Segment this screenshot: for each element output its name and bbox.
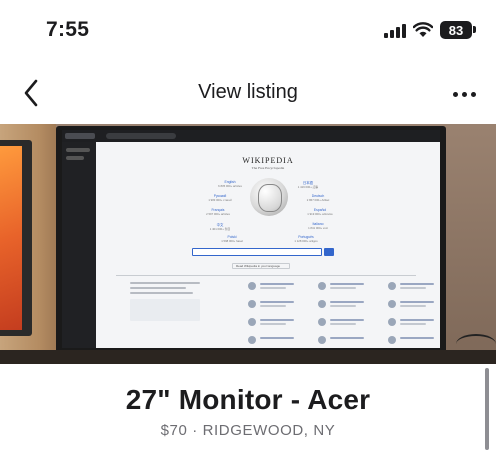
- nav-bar: View listing: [0, 66, 496, 120]
- more-horizontal-icon: [452, 91, 458, 97]
- wiki-project-desc: [330, 323, 356, 325]
- language-count: 1 841 000+ voci: [308, 226, 328, 230]
- wiki-project-name: [330, 283, 364, 285]
- wiki-wordmark: WIKIPEDIA: [242, 156, 294, 165]
- wiki-tagline: The Free Encyclopedia: [251, 166, 285, 170]
- wiki-project-name: [400, 337, 434, 339]
- listing-title: 27" Monitor - Acer: [125, 384, 371, 415]
- browser-tab: [65, 133, 95, 139]
- wiki-project-name: [330, 319, 364, 321]
- blurb-line: [130, 292, 193, 294]
- language-count: 1 919 000+ artículos: [307, 212, 333, 216]
- blurb-line: [130, 282, 200, 284]
- wikipedia-page: WIKIPEDIA The Free Encyclopedia English 6…: [96, 142, 440, 348]
- wiki-project-desc: [400, 287, 426, 289]
- wiki-language-link: Français 2 597 000+ articles: [200, 208, 236, 216]
- photo-desk: [0, 350, 496, 364]
- language-count: 1 416 000+ 記事: [297, 185, 319, 189]
- scroll-indicator[interactable]: [485, 368, 489, 450]
- wiki-project-icon: [318, 318, 326, 326]
- wiki-project-name: [260, 337, 294, 339]
- page-title: View listing: [198, 81, 298, 103]
- status-bar: 7:55 83: [0, 0, 496, 58]
- wiki-project-name: [330, 301, 364, 303]
- listing-price-location: $70 · RIDGEWOOD, NY: [160, 422, 336, 439]
- wiki-language-link: Polski 1 598 000+ haseł: [214, 235, 250, 243]
- wiki-project-name: [400, 283, 434, 285]
- photo-monitor: WIKIPEDIA The Free Encyclopedia English 6…: [56, 126, 446, 358]
- signal-icon: [384, 24, 406, 38]
- wiki-search-input: [192, 248, 322, 256]
- wiki-project-name: [400, 319, 434, 321]
- wiki-language-link: Español 1 919 000+ artículos: [302, 208, 338, 216]
- wiki-read-language-button: Read Wikipedia in your language: [232, 263, 290, 269]
- language-count: 1 401 000+ 条目: [209, 227, 231, 231]
- wiki-language-link: 中文 1 401 000+ 条目: [202, 222, 238, 231]
- wiki-project-icon: [248, 336, 256, 344]
- wiki-divider: [116, 275, 416, 276]
- monitor-screen: WIKIPEDIA The Free Encyclopedia English 6…: [62, 130, 440, 348]
- language-count: 2 867 000+ Artikel: [306, 198, 330, 202]
- wiki-project-desc: [260, 287, 286, 289]
- wiki-project-name: [260, 301, 294, 303]
- battery-icon: 83: [440, 21, 472, 39]
- wiki-project-icon: [388, 336, 396, 344]
- battery-tip: [473, 26, 476, 33]
- wiki-project-desc: [330, 287, 356, 289]
- wiki-language-link: Русский 1 983 000+ статей: [202, 194, 238, 202]
- language-count: 6 835 000+ articles: [218, 184, 242, 188]
- more-dot: [470, 91, 476, 97]
- browser-url-bar: [106, 133, 176, 139]
- language-count: 1 983 000+ статей: [208, 198, 232, 202]
- wiki-project-icon: [388, 300, 396, 308]
- wiki-project-icon: [248, 318, 256, 326]
- wiki-language-link: Português 1 128 000+ artigos: [288, 235, 324, 243]
- wiki-project-desc: [260, 305, 286, 307]
- photo-side-display-screen: [0, 146, 22, 330]
- wiki-project-name: [330, 337, 364, 339]
- battery-level: 83: [448, 22, 464, 38]
- wiki-search-button: [324, 248, 334, 256]
- wiki-project-icon: [248, 282, 256, 290]
- wiki-language-link: 日本語 1 416 000+ 記事: [290, 180, 326, 189]
- wiki-project-name: [260, 319, 294, 321]
- browser-sidebar-item: [66, 148, 90, 152]
- app-download-box: [130, 299, 200, 321]
- photo-cable: [456, 334, 496, 354]
- wiki-project-desc: [330, 305, 356, 307]
- wiki-project-icon: [318, 282, 326, 290]
- wiki-language-link: Deutsch 2 867 000+ Artikel: [300, 194, 336, 202]
- wiki-project-icon: [318, 336, 326, 344]
- browser-sidebar: [62, 142, 96, 348]
- blurb-line: [130, 287, 186, 289]
- wiki-globe-logo: [250, 178, 288, 216]
- wiki-project-icon: [388, 282, 396, 290]
- wiki-project-name: [400, 301, 434, 303]
- browser-sidebar-item: [66, 156, 84, 160]
- wiki-project-desc: [400, 323, 426, 325]
- photo-side-display: [0, 140, 32, 336]
- wiki-project-name: [260, 283, 294, 285]
- wiki-project-icon: [248, 300, 256, 308]
- more-dot: [461, 91, 467, 97]
- wiki-project-desc: [400, 305, 426, 307]
- listing-photo[interactable]: WIKIPEDIA The Free Encyclopedia English 6…: [0, 124, 496, 364]
- language-count: 1 128 000+ artigos: [294, 239, 318, 243]
- wifi-icon: [413, 22, 433, 37]
- wiki-project-icon: [388, 318, 396, 326]
- wiki-language-link: Italiano 1 841 000+ voci: [300, 222, 336, 230]
- language-count: 1 598 000+ haseł: [221, 239, 243, 243]
- more-options-button[interactable]: [448, 80, 480, 108]
- language-count: 2 597 000+ articles: [206, 212, 230, 216]
- wiki-language-link: English 6 835 000+ articles: [212, 180, 248, 188]
- wiki-project-icon: [318, 300, 326, 308]
- wiki-project-desc: [260, 323, 286, 325]
- wiki-foundation-blurb: [130, 282, 200, 342]
- status-time: 7:55: [46, 18, 90, 41]
- browser-toolbar: [62, 130, 440, 142]
